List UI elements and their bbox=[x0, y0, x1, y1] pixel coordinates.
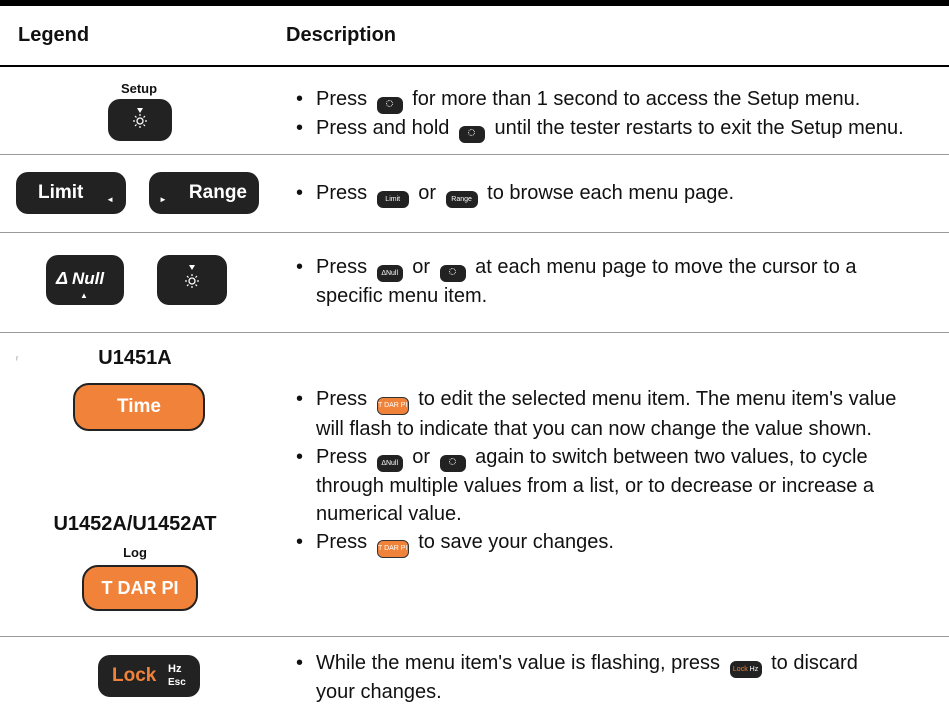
lock-key-icon: Lock Hz bbox=[729, 661, 762, 678]
backlight-key-icon bbox=[439, 455, 466, 472]
description-cell: Press Limit or Range to browse each menu… bbox=[296, 179, 936, 208]
description-cell: Press T DAR PI to edit the selected menu… bbox=[296, 385, 936, 558]
legend-cell: U1451A Time U1452A/U1452AT Log T DAR PI bbox=[0, 333, 270, 636]
backlight-key bbox=[157, 255, 227, 305]
description-cell: Press for more than 1 second to access t… bbox=[296, 85, 936, 143]
header-legend: Legend bbox=[18, 24, 90, 46]
backlight-icon bbox=[185, 265, 199, 288]
limit-key: Limit ◄ bbox=[16, 172, 126, 214]
backlight-icon bbox=[133, 108, 147, 128]
legend-cell: Setup bbox=[0, 67, 270, 154]
tdarpi-key-icon: T DAR PI bbox=[376, 397, 409, 415]
table-row-setup: Setup Press for more than 1 second to ac… bbox=[0, 67, 949, 155]
range-key: ► Range bbox=[149, 172, 259, 214]
table-row-limit-range: Limit ◄ ► Range Press Limit or Range to … bbox=[0, 155, 949, 233]
list-item: Press ΔNull or at each menu page to move… bbox=[296, 253, 936, 310]
backlight-key-icon bbox=[458, 126, 485, 143]
up-arrow-icon: ▲ bbox=[80, 291, 88, 300]
backlight-key-icon bbox=[376, 97, 403, 114]
list-item: Press for more than 1 second to access t… bbox=[296, 85, 936, 114]
description-cell: Press ΔNull or at each menu page to move… bbox=[296, 253, 936, 310]
tdarpi-key: T DAR PI bbox=[82, 565, 198, 611]
list-item: Press T DAR PI to edit the selected menu… bbox=[296, 385, 936, 443]
list-item: Press and hold until the tester restarts… bbox=[296, 114, 936, 143]
range-key-icon: Range bbox=[445, 191, 478, 208]
backlight-key-icon bbox=[439, 265, 466, 282]
table-header: Legend Description bbox=[0, 6, 949, 67]
list-item: Press ΔNull or again to switch between t… bbox=[296, 443, 936, 528]
header-description: Description bbox=[286, 24, 397, 46]
table-row-null: Δ Null ▲ Press ΔNull or bbox=[0, 233, 949, 333]
legend-cell: Δ Null ▲ bbox=[0, 233, 270, 332]
list-item: Press T DAR PI to save your changes. bbox=[296, 528, 936, 558]
table-row-time: U1451A Time U1452A/U1452AT Log T DAR PI … bbox=[0, 333, 949, 637]
range-label: Range bbox=[188, 182, 247, 203]
table-row-lock: Lock Hz Esc While the menu item's value … bbox=[0, 637, 949, 713]
model-u1452a: U1452A/U1452AT bbox=[53, 513, 217, 535]
null-key-icon: ΔNull bbox=[376, 455, 403, 472]
right-arrow-icon: ► bbox=[159, 195, 167, 204]
legend-cell: Lock Hz Esc bbox=[0, 637, 270, 713]
lock-key: Lock Hz Esc bbox=[98, 655, 200, 697]
model-u1451a: U1451A bbox=[98, 347, 172, 369]
null-label: Null bbox=[72, 269, 105, 288]
list-item: While the menu item's value is flashing,… bbox=[296, 649, 936, 706]
left-arrow-icon: ◄ bbox=[106, 195, 114, 204]
null-key: Δ Null ▲ bbox=[46, 255, 124, 305]
legend-cell: Limit ◄ ► Range bbox=[0, 155, 270, 232]
esc-label: Esc bbox=[168, 677, 186, 688]
lock-label: Lock bbox=[112, 665, 157, 686]
setup-key bbox=[108, 99, 172, 141]
limit-label: Limit bbox=[38, 182, 84, 203]
time-key: Time bbox=[73, 383, 205, 431]
tdarpi-key-icon: T DAR PI bbox=[376, 540, 409, 558]
description-cell: While the menu item's value is flashing,… bbox=[296, 649, 936, 706]
hz-label: Hz bbox=[168, 663, 182, 675]
list-item: Press Limit or Range to browse each menu… bbox=[296, 179, 936, 208]
null-key-icon: ΔNull bbox=[376, 265, 403, 282]
log-label: Log bbox=[123, 545, 147, 560]
delta-icon: Δ bbox=[56, 268, 69, 288]
setup-label: Setup bbox=[120, 81, 158, 96]
limit-key-icon: Limit bbox=[376, 191, 409, 208]
